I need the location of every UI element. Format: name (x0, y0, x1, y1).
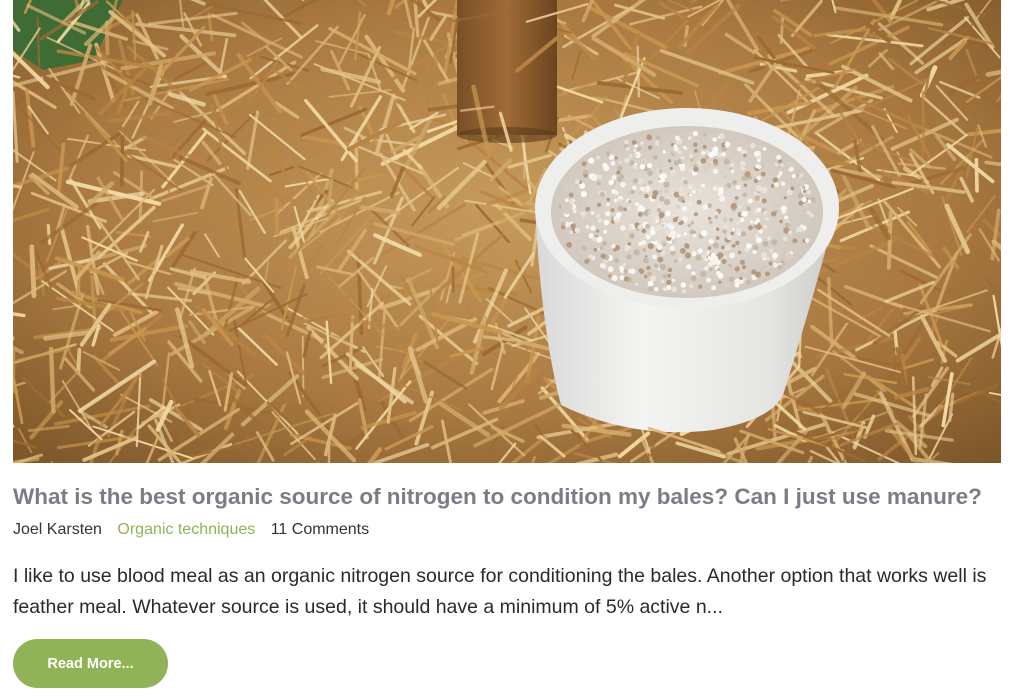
post-category[interactable]: Organic techniques (117, 521, 255, 538)
post-meta: Joel Karsten Organic techniques 11 Comme… (13, 519, 380, 541)
post-featured-image[interactable] (13, 0, 1001, 463)
post-excerpt: I like to use blood meal as an organic n… (13, 565, 987, 618)
post-author[interactable]: Joel Karsten (13, 521, 102, 538)
straw-bale-photo (13, 0, 1001, 463)
blog-post-card: What is the best organic source of nitro… (0, 0, 1024, 700)
post-title[interactable]: What is the best organic source of nitro… (13, 482, 1013, 512)
read-more-button[interactable]: Read More... (13, 639, 168, 688)
wooden-stake (457, 0, 557, 135)
post-comments-count[interactable]: 11 Comments (271, 521, 369, 538)
